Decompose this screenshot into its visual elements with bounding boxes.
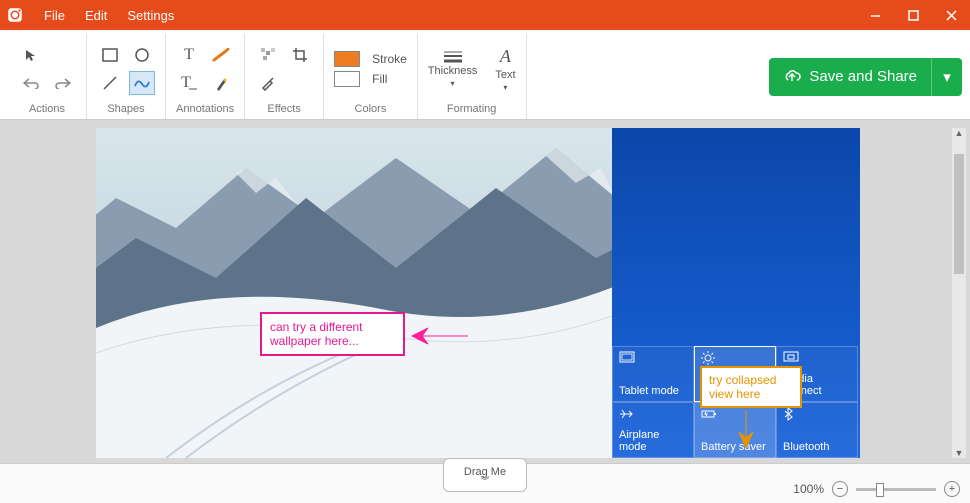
app-icon — [0, 0, 30, 30]
group-colors: Stroke Fill Colors — [324, 34, 418, 119]
group-actions: Actions — [8, 34, 87, 119]
close-button[interactable] — [932, 0, 970, 30]
marker-tool[interactable] — [208, 71, 234, 95]
chevron-down-icon: ▾ — [451, 79, 455, 88]
wallpaper-scene — [96, 128, 612, 458]
pen-tool[interactable] — [208, 43, 234, 67]
group-annotations: T T Annotations — [166, 34, 245, 119]
tile-tablet-mode[interactable]: Tablet mode — [612, 346, 694, 402]
group-label: Actions — [29, 103, 65, 115]
maximize-button[interactable] — [894, 0, 932, 30]
annotation-callout-1[interactable]: can try a different wallpaper here... — [260, 312, 405, 356]
ribbon-toolbar: Actions Shapes T T Annotations — [0, 30, 970, 120]
tablet-icon — [619, 351, 687, 366]
scroll-up-icon[interactable]: ▲ — [955, 128, 964, 138]
chevron-down-icon: ▾ — [503, 83, 507, 92]
chevron-down-icon: ︾ — [480, 478, 489, 484]
redo-button[interactable] — [50, 71, 76, 95]
pointer-tool[interactable] — [18, 43, 44, 67]
stroke-swatch[interactable] — [334, 51, 360, 67]
menu-settings[interactable]: Settings — [119, 4, 182, 27]
annotation-arrow-2[interactable] — [735, 408, 757, 450]
tile-bluetooth[interactable]: Bluetooth — [776, 402, 858, 458]
cloud-upload-icon — [783, 68, 801, 86]
group-label: Shapes — [107, 103, 144, 115]
scrollbar-thumb[interactable] — [954, 154, 964, 274]
annotation-callout-2[interactable]: try collapsed view here — [700, 366, 802, 408]
zoom-controls: 100% − + — [793, 481, 960, 497]
group-label: Annotations — [176, 103, 234, 115]
rectangle-tool[interactable] — [97, 43, 123, 67]
minimize-button[interactable] — [856, 0, 894, 30]
cast-icon — [783, 351, 851, 366]
group-label: Colors — [355, 103, 387, 115]
bluetooth-icon — [783, 407, 851, 424]
fill-label: Fill — [372, 72, 387, 86]
group-label: Effects — [267, 103, 300, 115]
save-and-share-button[interactable]: Save and Share ▾ — [769, 58, 962, 96]
thickness-dropdown[interactable]: Thickness ▾ — [428, 49, 478, 88]
pixelate-tool[interactable] — [255, 43, 281, 67]
menu-edit[interactable]: Edit — [77, 4, 115, 27]
freehand-tool[interactable] — [129, 71, 155, 95]
menu-file[interactable]: File — [36, 4, 73, 27]
group-formatting: Thickness ▾ A Text ▾ Formating — [418, 34, 527, 119]
canvas-area: Tablet mode Display Media connect Airpla… — [0, 120, 970, 463]
eyedropper-tool[interactable] — [255, 71, 281, 95]
undo-button[interactable] — [18, 71, 44, 95]
stroke-label: Stroke — [372, 52, 407, 66]
save-dropdown[interactable]: ▾ — [932, 68, 962, 86]
zoom-out-button[interactable]: − — [832, 481, 848, 497]
zoom-level: 100% — [793, 482, 824, 496]
group-effects: Effects — [245, 34, 324, 119]
zoom-slider[interactable] — [856, 488, 936, 491]
status-bar: Drag Me ︾ 100% − + — [0, 463, 970, 503]
ellipse-tool[interactable] — [129, 43, 155, 67]
vertical-scrollbar[interactable]: ▲ ▼ — [952, 128, 966, 458]
drag-handle[interactable]: Drag Me ︾ — [443, 458, 527, 492]
airplane-icon — [619, 407, 687, 424]
annotation-arrow-1[interactable] — [410, 324, 470, 348]
zoom-slider-thumb[interactable] — [876, 483, 884, 497]
scroll-down-icon[interactable]: ▼ — [955, 448, 964, 458]
text-tool[interactable]: T — [176, 43, 202, 67]
text-highlight-tool[interactable]: T — [176, 71, 202, 95]
line-tool[interactable] — [97, 71, 123, 95]
group-shapes: Shapes — [87, 34, 166, 119]
crop-tool[interactable] — [287, 43, 313, 67]
text-format-dropdown[interactable]: A Text ▾ — [495, 46, 515, 92]
group-label: Formating — [447, 103, 497, 115]
zoom-in-button[interactable]: + — [944, 481, 960, 497]
tile-airplane-mode[interactable]: Airplane mode — [612, 402, 694, 458]
title-bar: File Edit Settings — [0, 0, 970, 30]
fill-swatch[interactable] — [334, 71, 360, 87]
